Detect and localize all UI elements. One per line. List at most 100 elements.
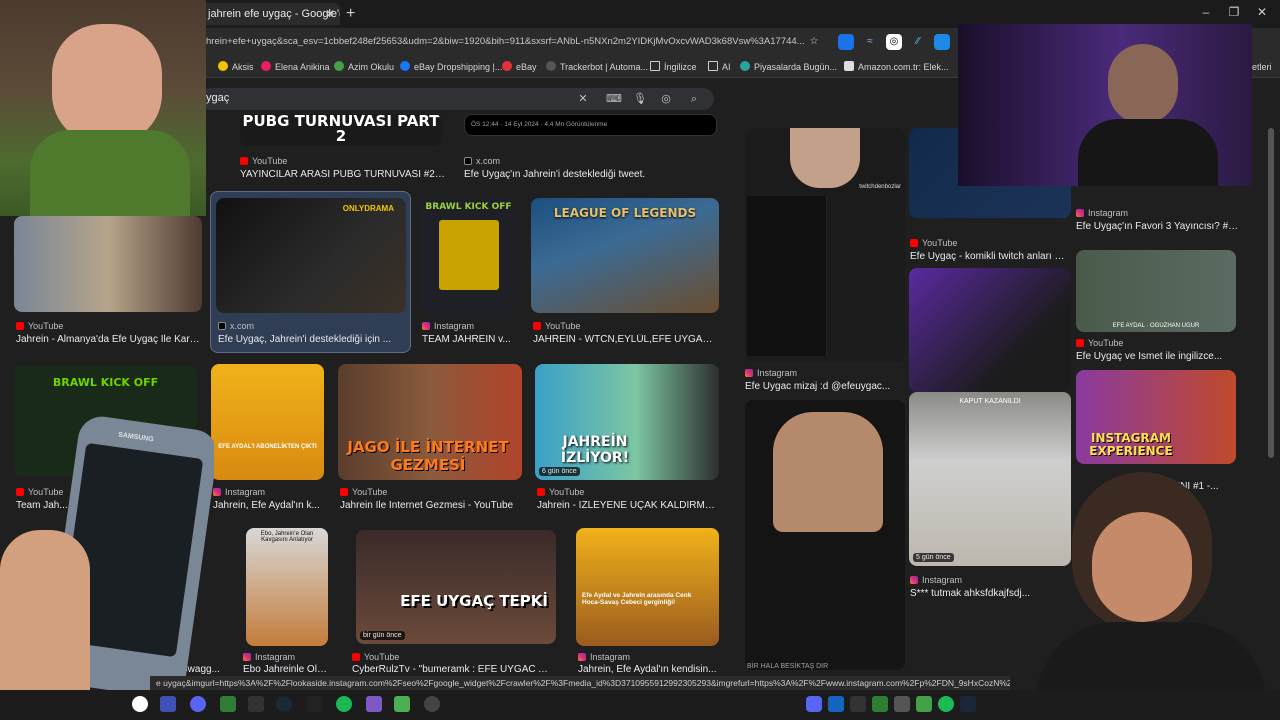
chat-panel — [747, 196, 827, 356]
result-thumb[interactable] — [14, 216, 202, 312]
webcam-overlay — [996, 462, 1280, 690]
search-icon[interactable]: ⌕ — [685, 90, 703, 108]
time-badge: bir gün önce — [360, 631, 405, 640]
app-icon[interactable] — [306, 696, 322, 712]
result-caption[interactable]: Jahrein - Almanya'da Efe Uygaç İle Karşı… — [16, 334, 202, 345]
result-source: x.com — [218, 321, 254, 331]
result-thumb[interactable]: BİR HALA BESİKTAŞ DIR — [745, 400, 905, 670]
result-caption[interactable]: Efe Uygac mizaj :d @efeuygac... — [745, 381, 903, 392]
result-thumb[interactable]: JAGO İLE İNTERNET GEZMESİ — [338, 364, 522, 480]
xbox-icon[interactable] — [220, 696, 236, 712]
bookmark-item[interactable]: etleri — [1252, 60, 1272, 74]
bookmark-folder[interactable]: İngilizce — [650, 60, 697, 74]
tray-discord-icon[interactable] — [806, 696, 822, 712]
tray-icon[interactable] — [850, 696, 866, 712]
scrollbar[interactable] — [1268, 128, 1274, 458]
result-thumb[interactable]: twitchdenbozlar — [745, 128, 905, 362]
result-source: Instagram — [422, 321, 474, 331]
tray-spotify-icon[interactable] — [938, 696, 954, 712]
tray-steam-icon[interactable] — [960, 696, 976, 712]
result-thumb[interactable]: JAHREİN İZLİYOR! 6 gün önce — [535, 364, 719, 480]
result-caption[interactable]: Ebo Jahreinle Olan... — [243, 664, 329, 675]
bookmark-item[interactable]: eBay Dropshipping |... — [400, 60, 502, 74]
extension-icon[interactable]: ◎ — [886, 34, 902, 50]
tray-icon[interactable] — [872, 696, 888, 712]
result-thumb[interactable]: ÖS 12:44 · 14 Eyl 2024 · 4,4 Mn Görüntül… — [464, 114, 717, 136]
app-icon[interactable] — [160, 696, 176, 712]
tray-icon[interactable] — [828, 696, 844, 712]
result-thumb[interactable]: ONLYDRAMA — [216, 198, 406, 313]
bookmark-item[interactable]: Amazon.com.tr: Elek... — [844, 60, 949, 74]
result-source: YouTube — [352, 652, 399, 662]
steam-icon[interactable] — [276, 696, 292, 712]
result-thumb[interactable]: Ebo, Jahrein'e Olan Kavgasını Anlatıyor — [246, 528, 328, 646]
result-source: YouTube — [533, 321, 580, 331]
result-caption[interactable]: Efe Uygaç ve İsmet ile ingilizce... — [1076, 351, 1236, 362]
bookmark-item[interactable]: eBay — [502, 60, 537, 74]
extension-icon[interactable]: ≈ — [862, 34, 878, 50]
close-tab-icon[interactable]: ✕ — [322, 3, 338, 25]
result-source: YouTube — [910, 238, 957, 248]
epic-games-icon[interactable] — [248, 696, 264, 712]
result-caption[interactable]: TEAM JAHREIN v... — [422, 334, 516, 345]
result-caption[interactable]: JAHREİN - WTCN,EYLÜL,EFE UYGAÇ İ... — [533, 334, 719, 345]
result-thumb[interactable]: EFE AYDAL'I ABONELİKTEN ÇIKTI — [211, 364, 324, 480]
result-caption[interactable]: CyberRulzTv - "bumeramk : EFE UYGAC AKI.… — [352, 664, 552, 675]
close-window-icon[interactable]: ✕ — [1252, 5, 1272, 23]
maximize-icon[interactable]: ❐ — [1224, 5, 1244, 23]
lens-icon[interactable]: ◎ — [657, 90, 675, 108]
app-icon[interactable] — [366, 696, 382, 712]
result-caption[interactable]: Efe Uygaç'ın Jahrein'i desteklediği twee… — [464, 169, 714, 180]
result-thumb[interactable]: EFE AYDAL · OGUZHAN UGUR — [1076, 250, 1236, 332]
result-source: YouTube — [340, 487, 387, 497]
result-source: YouTube — [537, 487, 584, 497]
extension-icon[interactable] — [934, 34, 950, 50]
tray-icon[interactable] — [916, 696, 932, 712]
result-caption[interactable]: Efe Uygaç - komikli twitch anları #99... — [910, 251, 1070, 262]
url-field[interactable]: hrein+efe+uygaç&sca_esv=1cbbef248ef25653… — [206, 33, 806, 51]
result-caption[interactable]: Jahrein, Efe Aydal'ın k... — [213, 500, 323, 511]
result-thumb[interactable]: BRAWL KICK OFF — [420, 196, 517, 316]
clear-icon[interactable]: ✕ — [574, 90, 592, 108]
result-caption[interactable]: Jahrein - İZLEYENE UÇAK KALDIRMA... — [537, 500, 717, 511]
result-source: Instagram — [213, 487, 265, 497]
result-thumb[interactable]: INSTAGRAM EXPERIENCE — [1076, 370, 1236, 464]
minimize-icon[interactable]: – — [1196, 5, 1216, 23]
webcam-overlay — [958, 24, 1252, 186]
result-caption[interactable]: Efe Uygaç, Jahrein'i desteklediği için .… — [218, 334, 406, 345]
extension-icon[interactable]: ⁄⁄ — [910, 34, 926, 50]
new-tab-icon[interactable]: + — [346, 3, 362, 25]
result-thumb[interactable]: Efe Aydal ve Jahrein arasında Cenk Hoca-… — [576, 528, 719, 646]
chrome-icon[interactable] — [132, 696, 148, 712]
result-source: Instagram — [578, 652, 630, 662]
bookmark-item[interactable]: Azim Okulu — [334, 60, 394, 74]
result-caption[interactable]: Jahrein İle Internet Gezmesi - YouTube — [340, 500, 520, 511]
tab-active[interactable]: jahrein efe uygaç - Google'da A — [200, 3, 340, 25]
result-thumb[interactable] — [909, 268, 1071, 392]
bookmark-item[interactable]: Aksis — [218, 60, 254, 74]
obs-icon[interactable] — [424, 696, 440, 712]
result-caption[interactable]: Efe Uygaç'ın Favori 3 Yayıncısı? #bavela… — [1076, 221, 1240, 232]
result-source: YouTube — [1076, 338, 1123, 348]
result-thumb[interactable]: EFE UYGAÇ TEPKİ bir gün önce — [356, 530, 556, 644]
translate-icon[interactable] — [838, 34, 854, 50]
time-badge: 6 gün önce — [539, 467, 580, 476]
result-caption[interactable]: YAYINCILAR ARASI PUBG TURNUVASI #2 | ... — [240, 169, 445, 180]
search-input[interactable]: ygaç — [206, 92, 229, 104]
time-badge: 5 gün önce — [913, 553, 954, 562]
bookmark-item[interactable]: Elena Anikina — [261, 60, 330, 74]
bookmark-star-icon[interactable]: ☆ — [806, 34, 822, 50]
microphone-icon[interactable]: 🎙 — [631, 90, 649, 108]
bookmark-folder[interactable]: AI — [708, 60, 731, 74]
discord-icon[interactable] — [190, 696, 206, 712]
result-thumb[interactable]: PUBG TURNUVASI PART 2 — [240, 114, 442, 146]
result-thumb[interactable]: LEAGUE OF LEGENDS — [531, 198, 719, 313]
result-source: Instagram — [1076, 208, 1128, 218]
keyboard-icon[interactable]: ⌨ — [605, 90, 623, 108]
result-caption[interactable]: Jahrein, Efe Aydal'ın kendisin... — [578, 664, 718, 675]
bookmark-item[interactable]: Piyasalarda Bugün... — [740, 60, 837, 74]
tray-icon[interactable] — [894, 696, 910, 712]
spotify-icon[interactable] — [336, 696, 352, 712]
play-icon[interactable] — [394, 696, 410, 712]
bookmark-item[interactable]: Trackerbot | Automa... — [546, 60, 648, 74]
